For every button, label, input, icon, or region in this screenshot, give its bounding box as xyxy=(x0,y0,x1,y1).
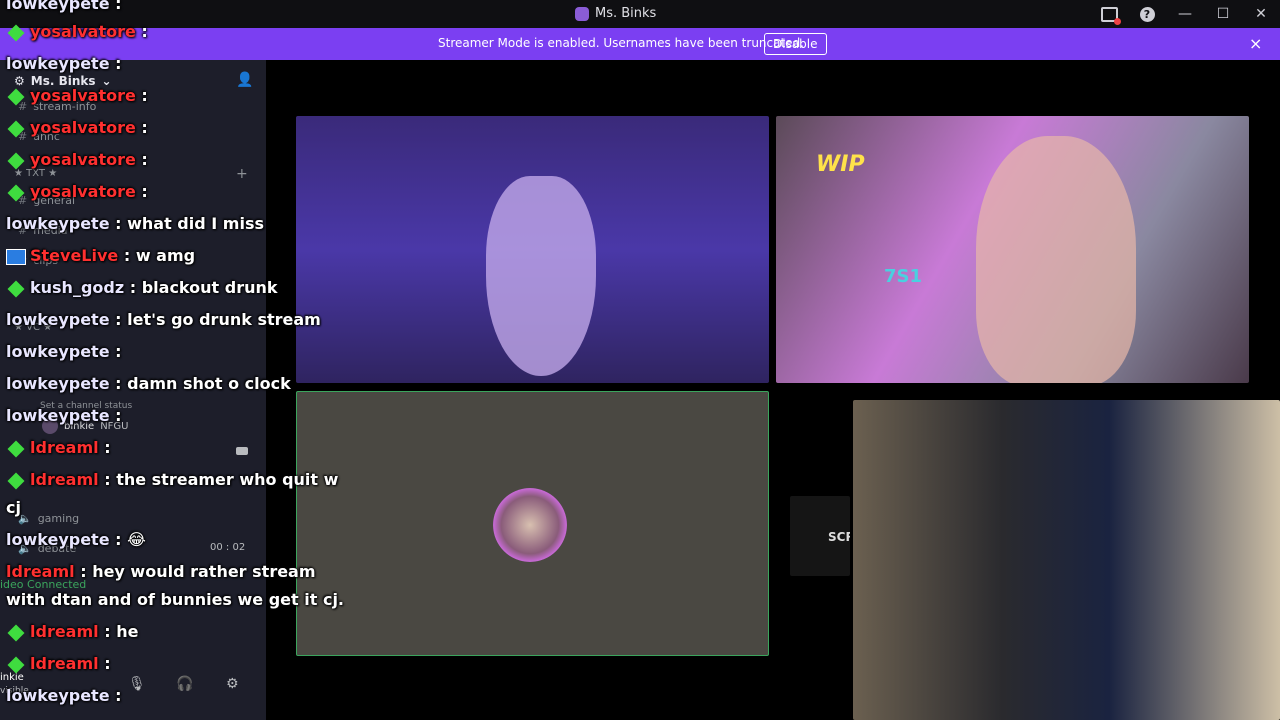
user-name[interactable]: inkie xyxy=(0,672,24,683)
titlebar-icons: ? — ☐ ✕ xyxy=(1090,0,1280,28)
hash-icon: # xyxy=(18,100,28,113)
call-timer: 00 : 02 xyxy=(210,542,246,553)
settings-gear-icon[interactable]: ⚙ xyxy=(226,676,239,692)
video-tile-3[interactable] xyxy=(853,400,1280,720)
minimize-button[interactable]: — xyxy=(1166,0,1204,28)
hash-icon: # xyxy=(18,130,28,143)
server-header[interactable]: ⚙ Ms. Binks ⌄ xyxy=(14,74,112,88)
guest-video-feed xyxy=(976,136,1136,383)
inbox-icon xyxy=(1100,6,1121,25)
channel-status-hint[interactable]: Set a channel status xyxy=(40,401,132,411)
video-connected-status: ideo Connected xyxy=(0,578,87,591)
headphones-icon[interactable]: 🎧 xyxy=(176,676,193,692)
channel-media[interactable]: # media xyxy=(18,224,67,237)
voice-user-name: binkie xyxy=(64,420,95,432)
close-window-button[interactable]: ✕ xyxy=(1242,0,1280,28)
hash-icon: # xyxy=(18,224,28,237)
microphone-icon[interactable]: 🎙 xyxy=(128,676,146,692)
streamer-video-feed xyxy=(486,176,596,376)
hash-icon: # xyxy=(18,254,28,267)
add-member-icon[interactable]: 👤 xyxy=(236,72,253,88)
small-tile-text: SCR xyxy=(828,530,850,544)
mic-flag-logo: 7S1 xyxy=(884,266,923,287)
add-channel-icon[interactable]: + xyxy=(236,166,248,182)
streamer-mode-banner: Streamer Mode is enabled. Usernames have… xyxy=(0,28,1280,60)
window-title: Ms. Binks xyxy=(575,6,656,21)
help-icon: ? xyxy=(1139,6,1155,22)
wip-logo: WIP xyxy=(816,152,865,177)
channel-gaming[interactable]: 🔈 gaming xyxy=(18,512,79,525)
help-button[interactable]: ? xyxy=(1128,0,1166,28)
channel-stream-info[interactable]: # stream-info xyxy=(18,100,96,113)
voice-user-tag: NFGU xyxy=(100,420,129,432)
maximize-button[interactable]: ☐ xyxy=(1204,0,1242,28)
video-tile-1[interactable] xyxy=(296,116,769,383)
video-tile-avatar[interactable] xyxy=(296,391,769,656)
video-tile-small[interactable]: SCR xyxy=(790,496,850,576)
channel-general[interactable]: # general xyxy=(18,194,75,207)
title-bar: Ms. Binks ? — ☐ ✕ xyxy=(0,0,1280,28)
channel-clips[interactable]: # clips xyxy=(18,254,58,267)
gear-icon: ⚙ xyxy=(14,74,25,88)
app-logo-icon xyxy=(575,6,589,21)
avatar xyxy=(493,488,567,562)
channel-annc[interactable]: # annc xyxy=(18,130,60,143)
avatar xyxy=(42,418,58,434)
disable-streamer-mode-button[interactable]: Disable xyxy=(764,33,827,55)
banner-close-icon[interactable]: × xyxy=(1249,34,1262,53)
camera-icon xyxy=(236,447,248,455)
category-vc[interactable]: ★ VC ★ xyxy=(14,322,52,333)
user-panel: inkie visible 🎙 🎧 ⚙ xyxy=(0,664,266,720)
video-tile-2[interactable]: WIP 7S1 xyxy=(776,116,1249,383)
user-status: visible xyxy=(0,686,29,696)
inbox-button[interactable] xyxy=(1090,0,1128,28)
voice-user[interactable]: binkie NFGU xyxy=(42,418,129,434)
speaker-icon: 🔈 xyxy=(18,542,32,555)
channel-sidebar: ⚙ Ms. Binks ⌄ 👤 # stream-info # annc ★ TXT… xyxy=(0,60,266,720)
category-txt[interactable]: ★ TXT ★ xyxy=(14,168,57,179)
banner-text: Streamer Mode is enabled. Usernames have… xyxy=(438,36,804,50)
chevron-down-icon: ⌄ xyxy=(101,74,112,88)
channel-debate[interactable]: 🔈 debate xyxy=(18,542,76,555)
window-title-text: Ms. Binks xyxy=(595,6,657,21)
hash-icon: # xyxy=(18,194,28,207)
server-name: Ms. Binks xyxy=(30,74,96,88)
speaker-icon: 🔈 xyxy=(18,512,32,525)
